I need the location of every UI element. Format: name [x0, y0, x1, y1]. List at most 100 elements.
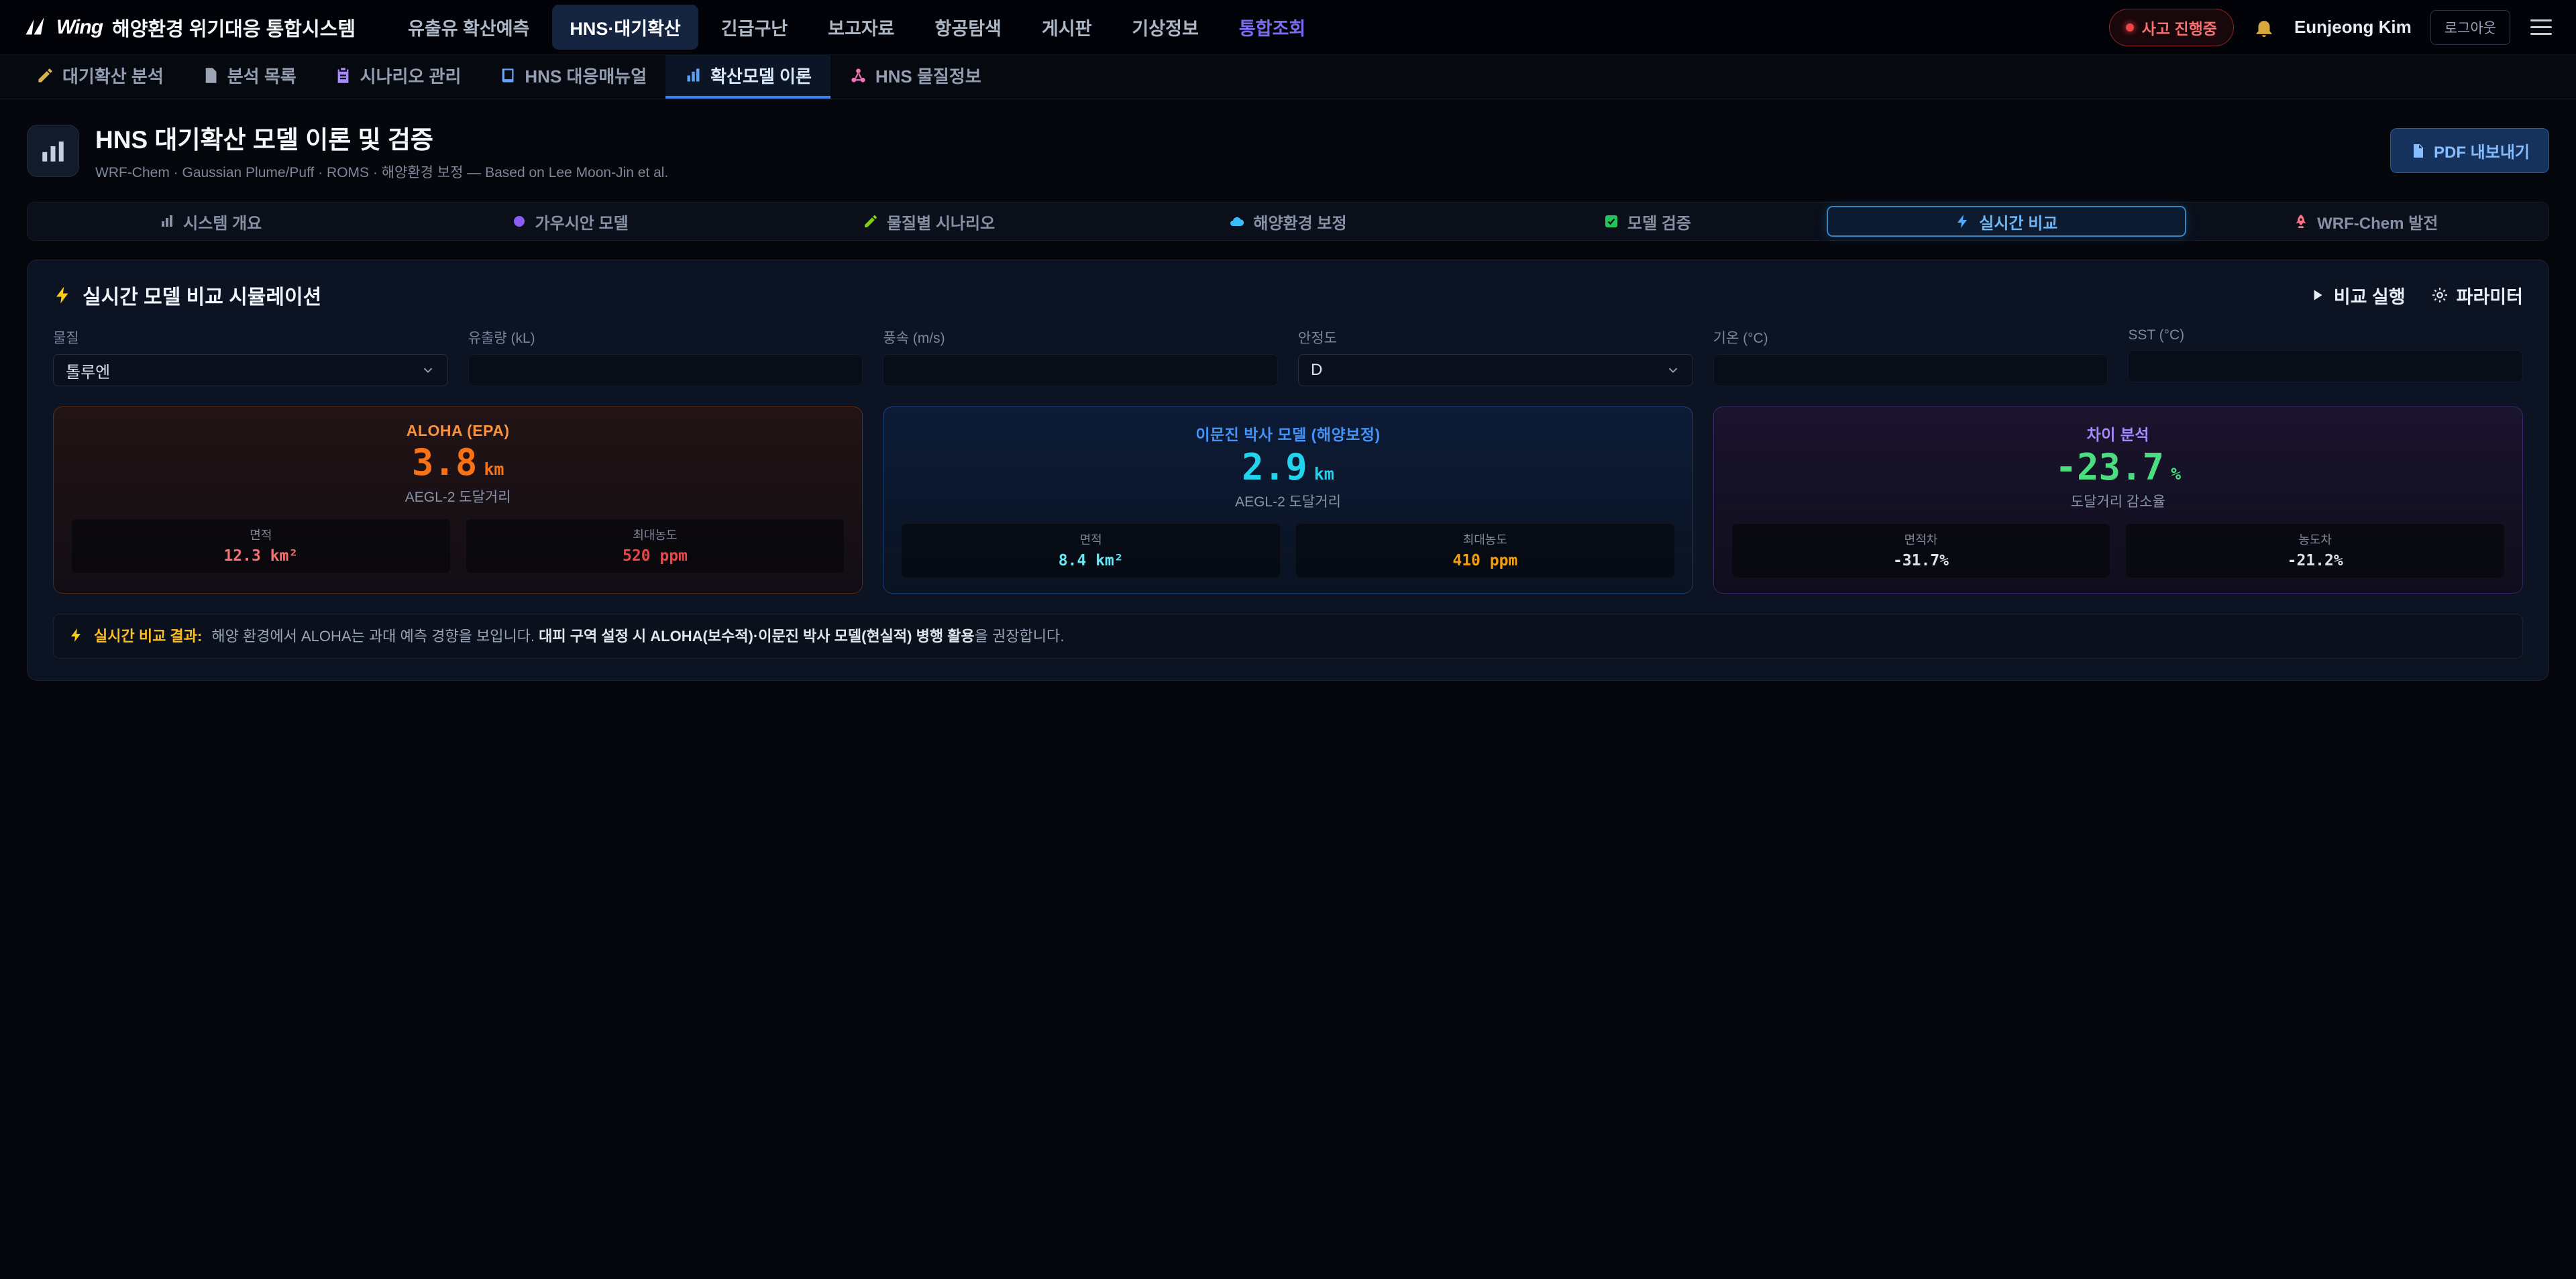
menu-item-board[interactable]: 게시판 — [1024, 5, 1110, 50]
stability-select[interactable]: D — [1298, 354, 1693, 386]
panel-title: 실시간 모델 비교 시뮬레이션 — [53, 280, 321, 310]
run-comparison-button[interactable]: 비교 실행 — [2308, 282, 2406, 309]
realtime-comparison-panel: 실시간 모델 비교 시뮬레이션 비교 실행 파라미터 물질 톨루엔 유출량 (k… — [27, 260, 2549, 681]
logout-button[interactable]: 로그아웃 — [2430, 10, 2510, 45]
section-tab-validation[interactable]: 모델 검증 — [1468, 206, 1827, 237]
air-temp-control: 기온 (°C) — [1713, 327, 2108, 386]
air-temp-input[interactable] — [1713, 354, 2108, 386]
page-header: HNS 대기확산 모델 이론 및 검증 WRF-Chem · Gaussian … — [0, 99, 2576, 198]
menu-item-reports[interactable]: 보고자료 — [810, 5, 912, 50]
page-icon-tile — [27, 125, 79, 177]
section-tab-scenarios[interactable]: 물질별 시나리오 — [749, 206, 1108, 237]
result-card-title: ALOHA (EPA) — [71, 422, 845, 440]
pencil-icon — [36, 66, 54, 85]
tab-hns-manual[interactable]: HNS 대응매뉴얼 — [480, 55, 665, 99]
wing-logo-icon — [23, 15, 47, 40]
nav-right-cluster: 사고 진행중 Eunjeong Kim 로그아웃 — [2109, 9, 2553, 46]
stability-select-value: D — [1311, 361, 1322, 380]
main-menu: 유출유 확산예측 HNS·대기확산 긴급구난 보고자료 항공탐색 게시판 기상정… — [390, 5, 1323, 50]
sst-input[interactable] — [2128, 350, 2523, 382]
tab-label: HNS 대응매뉴얼 — [525, 63, 647, 88]
stat-area-difference: 면적차 -31.7% — [1731, 523, 2111, 578]
wind-speed-input[interactable] — [883, 354, 1278, 386]
parameters-label: 파라미터 — [2457, 282, 2523, 309]
page-heading-group: HNS 대기확산 모델 이론 및 검증 WRF-Chem · Gaussian … — [95, 119, 668, 182]
section-tab-marine-correction[interactable]: 해양환경 보정 — [1108, 206, 1467, 237]
tab-label: 시나리오 관리 — [360, 63, 462, 88]
menu-item-weather-info[interactable]: 기상정보 — [1114, 5, 1216, 50]
section-tab-label: 실시간 비교 — [1979, 210, 2057, 233]
wind-speed-label: 풍속 (m/s) — [883, 327, 1278, 347]
pdf-export-label: PDF 내보내기 — [2434, 139, 2530, 162]
page-subtitle: WRF-Chem · Gaussian Plume/Puff · ROMS · … — [95, 162, 668, 182]
chart-line-icon — [39, 137, 67, 165]
tab-model-theory[interactable]: 확산모델 이론 — [665, 55, 830, 99]
menu-item-emergency-rescue[interactable]: 긴급구난 — [704, 5, 805, 50]
comparison-note: 실시간 비교 결과: 해양 환경에서 ALOHA는 과대 예측 경향을 보입니다… — [53, 614, 2523, 659]
hamburger-menu-button[interactable] — [2529, 15, 2553, 39]
page-header-left: HNS 대기확산 모델 이론 및 검증 WRF-Chem · Gaussian … — [27, 119, 668, 182]
incident-status-label: 사고 진행중 — [2142, 16, 2217, 39]
sst-control: SST (°C) — [2128, 327, 2523, 386]
substance-control: 물질 톨루엔 — [53, 327, 448, 386]
incident-status-badge: 사고 진행중 — [2109, 9, 2234, 46]
tab-hns-substance-info[interactable]: HNS 물질정보 — [830, 55, 1000, 99]
tab-scenario-management[interactable]: 시나리오 관리 — [315, 55, 480, 99]
result-card-title: 이문진 박사 모델 (해양보정) — [901, 422, 1674, 445]
substance-label: 물질 — [53, 327, 448, 347]
spill-volume-control: 유출량 (kL) — [468, 327, 863, 386]
notifications-button[interactable] — [2253, 16, 2275, 39]
stat-max-concentration: 최대농도 410 ppm — [1295, 523, 1675, 578]
parameter-controls: 물질 톨루엔 유출량 (kL) 풍속 (m/s) 안정도 D 기온 (°C) — [53, 327, 2523, 386]
cloud-icon — [1229, 213, 1245, 229]
comparison-results: ALOHA (EPA) 3.8km AEGL-2 도달거리 면적 12.3 km… — [53, 406, 2523, 594]
section-tab-gaussian[interactable]: 가우시안 모델 — [390, 206, 749, 237]
brand[interactable]: Wing 해양환경 위기대응 통합시스템 — [23, 13, 356, 42]
status-dot-icon — [2126, 23, 2134, 32]
result-card-caption: AEGL-2 도달거리 — [71, 486, 845, 506]
tab-dispersion-analysis[interactable]: 대기확산 분석 — [17, 55, 182, 99]
stability-control: 안정도 D — [1298, 327, 1693, 386]
parameters-button[interactable]: 파라미터 — [2431, 282, 2523, 309]
result-card-lee-model: 이문진 박사 모델 (해양보정) 2.9km AEGL-2 도달거리 면적 8.… — [883, 406, 1693, 594]
document-icon — [201, 66, 219, 85]
spill-volume-input[interactable] — [468, 354, 863, 386]
user-name: Eunjeong Kim — [2294, 17, 2412, 38]
spill-volume-label: 유출량 (kL) — [468, 327, 863, 347]
sub-navigation: 대기확산 분석 분석 목록 시나리오 관리 HNS 대응매뉴얼 확산모델 이론 … — [0, 55, 2576, 99]
section-tab-label: 모델 검증 — [1627, 210, 1691, 233]
section-tab-label: WRF-Chem 발전 — [2317, 210, 2438, 233]
result-card-value: 3.8km — [71, 444, 845, 482]
result-card-value: -23.7% — [1731, 449, 2505, 487]
pdf-document-icon — [2410, 143, 2426, 159]
substance-select[interactable]: 톨루엔 — [53, 354, 448, 386]
gear-icon — [2431, 286, 2449, 304]
result-card-stats: 면적 12.3 km² 최대농도 520 ppm — [71, 518, 845, 573]
section-tab-realtime-comparison[interactable]: 실시간 비교 — [1827, 206, 2186, 237]
menu-item-aerial-search[interactable]: 항공탐색 — [918, 5, 1019, 50]
result-card-caption: AEGL-2 도달거리 — [901, 491, 1674, 511]
chevron-down-icon — [421, 363, 435, 378]
menu-item-integrated-search[interactable]: 통합조회 — [1222, 5, 1323, 50]
menu-item-hns-atmospheric[interactable]: HNS·대기확산 — [552, 5, 698, 50]
menu-item-oil-spill-prediction[interactable]: 유출유 확산예측 — [390, 5, 547, 50]
panel-title-text: 실시간 모델 비교 시뮬레이션 — [83, 280, 321, 310]
tab-label: HNS 물질정보 — [875, 63, 981, 88]
tab-label: 대기확산 분석 — [62, 63, 164, 88]
pdf-export-button[interactable]: PDF 내보내기 — [2390, 128, 2549, 173]
tab-analysis-list[interactable]: 분석 목록 — [182, 55, 315, 99]
result-card-caption: 도달거리 감소율 — [1731, 491, 2505, 511]
section-tab-overview[interactable]: 시스템 개요 — [31, 206, 390, 237]
bolt-icon — [53, 285, 73, 305]
section-tab-wrf-chem[interactable]: WRF-Chem 발전 — [2186, 206, 2545, 237]
section-tab-label: 시스템 개요 — [183, 210, 262, 233]
stat-concentration-difference: 농도차 -21.2% — [2125, 523, 2505, 578]
book-icon — [498, 66, 517, 85]
bolt-icon — [68, 627, 85, 643]
section-tab-label: 해양환경 보정 — [1253, 210, 1346, 233]
result-card-value: 2.9km — [901, 449, 1674, 487]
panel-actions: 비교 실행 파라미터 — [2308, 282, 2523, 309]
section-tab-label: 가우시안 모델 — [535, 210, 629, 233]
section-tab-label: 물질별 시나리오 — [887, 210, 995, 233]
stat-area: 면적 8.4 km² — [901, 523, 1281, 578]
